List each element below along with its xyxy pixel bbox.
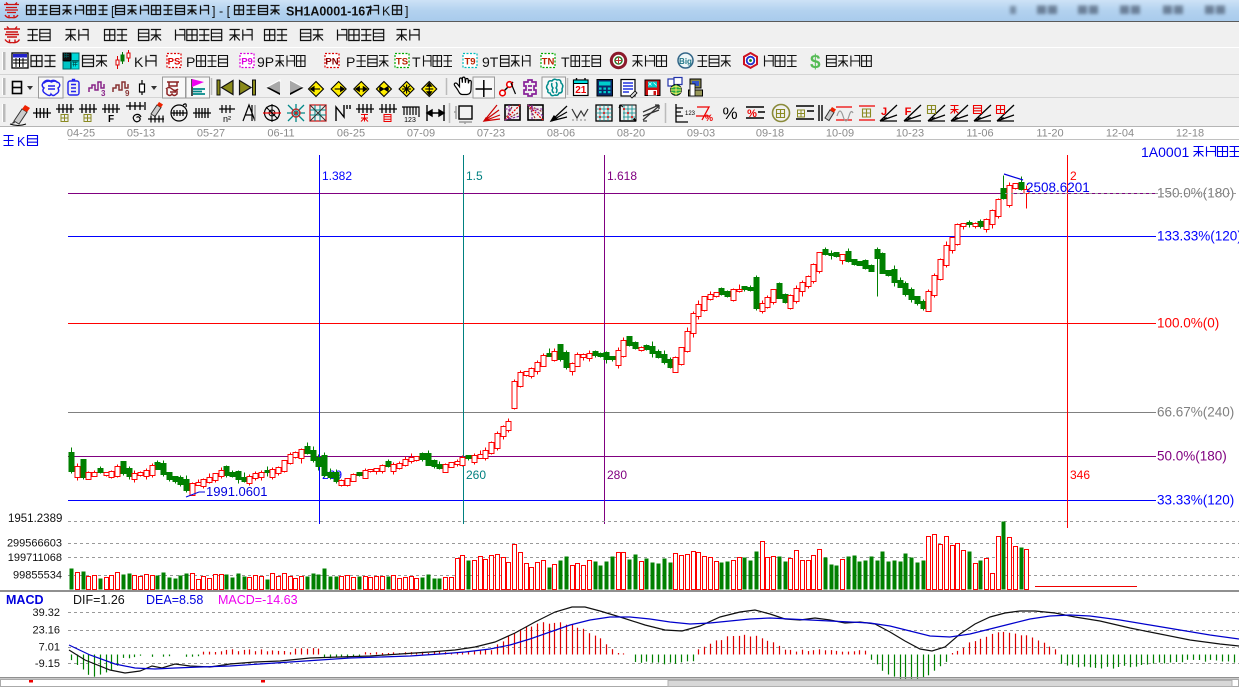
svg-text:DEA=8.58: DEA=8.58 bbox=[146, 593, 203, 607]
svg-text:MACD=-14.63: MACD=-14.63 bbox=[218, 593, 298, 607]
svg-text:133.33%(120): 133.33%(120) bbox=[1157, 229, 1239, 244]
svg-text:K: K bbox=[17, 135, 26, 149]
svg-text:05-27: 05-27 bbox=[197, 128, 225, 140]
svg-text:T9: T9 bbox=[464, 57, 475, 68]
svg-text:Big: Big bbox=[679, 57, 692, 66]
svg-text:TS: TS bbox=[396, 57, 408, 68]
svg-text:07-23: 07-23 bbox=[477, 128, 505, 140]
svg-text:12-04: 12-04 bbox=[1106, 128, 1134, 140]
svg-text:10-09: 10-09 bbox=[826, 128, 854, 140]
svg-text:9P: 9P bbox=[257, 54, 274, 70]
svg-text:1951.2389: 1951.2389 bbox=[8, 513, 62, 525]
svg-text:33.33%(120): 33.33%(120) bbox=[1157, 493, 1234, 508]
svg-text:11-20: 11-20 bbox=[1036, 128, 1063, 140]
svg-text:2508.6201: 2508.6201 bbox=[1026, 180, 1090, 195]
svg-text:7.01: 7.01 bbox=[39, 642, 60, 654]
svg-text:DIF=1.26: DIF=1.26 bbox=[73, 593, 125, 607]
svg-text:11-06: 11-06 bbox=[966, 128, 993, 140]
svg-text:P: P bbox=[186, 54, 195, 70]
svg-text:TN: TN bbox=[542, 57, 555, 68]
svg-text:123: 123 bbox=[685, 111, 696, 117]
svg-text:12-18: 12-18 bbox=[1176, 128, 1204, 140]
svg-text:299566603: 299566603 bbox=[7, 538, 62, 550]
svg-text:T: T bbox=[561, 54, 570, 70]
svg-text:06-11: 06-11 bbox=[267, 128, 294, 140]
svg-text:05-13: 05-13 bbox=[127, 128, 155, 140]
svg-text:1.5: 1.5 bbox=[466, 169, 483, 183]
svg-text:346: 346 bbox=[1070, 468, 1090, 482]
svg-text:1A0001: 1A0001 bbox=[1141, 144, 1189, 160]
svg-text:F: F bbox=[905, 106, 912, 118]
svg-text:04-25: 04-25 bbox=[67, 128, 95, 140]
svg-text:K: K bbox=[134, 54, 144, 70]
svg-text:06-25: 06-25 bbox=[337, 128, 365, 140]
svg-text:PS: PS bbox=[168, 57, 181, 68]
svg-text:T: T bbox=[412, 54, 421, 70]
svg-text:PN: PN bbox=[325, 57, 338, 68]
svg-text:9T: 9T bbox=[482, 54, 499, 70]
svg-text:]: ] bbox=[405, 5, 408, 19]
svg-text:$: $ bbox=[810, 52, 821, 73]
svg-text:199711068: 199711068 bbox=[8, 552, 62, 564]
svg-text:[: [ bbox=[111, 5, 115, 19]
svg-text:100.0%(0): 100.0%(0) bbox=[1157, 316, 1219, 331]
svg-text:%: % bbox=[722, 104, 737, 123]
svg-text:F: F bbox=[108, 114, 114, 125]
svg-text:SH1A0001-167: SH1A0001-167 bbox=[286, 5, 372, 19]
svg-text:10-23: 10-23 bbox=[896, 128, 924, 140]
svg-text:3: 3 bbox=[101, 89, 106, 98]
svg-text:-9.15: -9.15 bbox=[35, 658, 60, 670]
svg-text:1.618: 1.618 bbox=[607, 169, 637, 183]
svg-text:K: K bbox=[382, 5, 391, 19]
svg-text:n²: n² bbox=[223, 114, 231, 124]
svg-text:9: 9 bbox=[125, 89, 130, 98]
svg-text:99855534: 99855534 bbox=[13, 570, 62, 582]
svg-text:1991.0601: 1991.0601 bbox=[206, 484, 267, 499]
svg-text:08-06: 08-06 bbox=[547, 128, 575, 140]
svg-text:07-09: 07-09 bbox=[407, 128, 435, 140]
svg-text:66.67%(240): 66.67%(240) bbox=[1157, 405, 1234, 420]
svg-text:23.16: 23.16 bbox=[32, 625, 60, 637]
svg-text:123: 123 bbox=[404, 117, 416, 124]
svg-text:%: % bbox=[705, 113, 713, 123]
svg-text:09-03: 09-03 bbox=[687, 128, 715, 140]
svg-text:MACD: MACD bbox=[6, 593, 44, 607]
svg-text:P9: P9 bbox=[241, 57, 253, 68]
svg-text:21: 21 bbox=[575, 85, 587, 96]
svg-text:260: 260 bbox=[466, 468, 486, 482]
svg-text:09-18: 09-18 bbox=[756, 128, 784, 140]
svg-text:J: J bbox=[881, 106, 887, 118]
svg-text:1.382: 1.382 bbox=[322, 169, 352, 183]
svg-text:] - [: ] - [ bbox=[212, 5, 231, 19]
svg-text:08-20: 08-20 bbox=[617, 128, 645, 140]
svg-text:50.0%(180): 50.0%(180) bbox=[1157, 449, 1227, 464]
svg-text:39.32: 39.32 bbox=[32, 607, 60, 619]
svg-text:P: P bbox=[346, 54, 355, 70]
svg-text:280: 280 bbox=[607, 468, 627, 482]
